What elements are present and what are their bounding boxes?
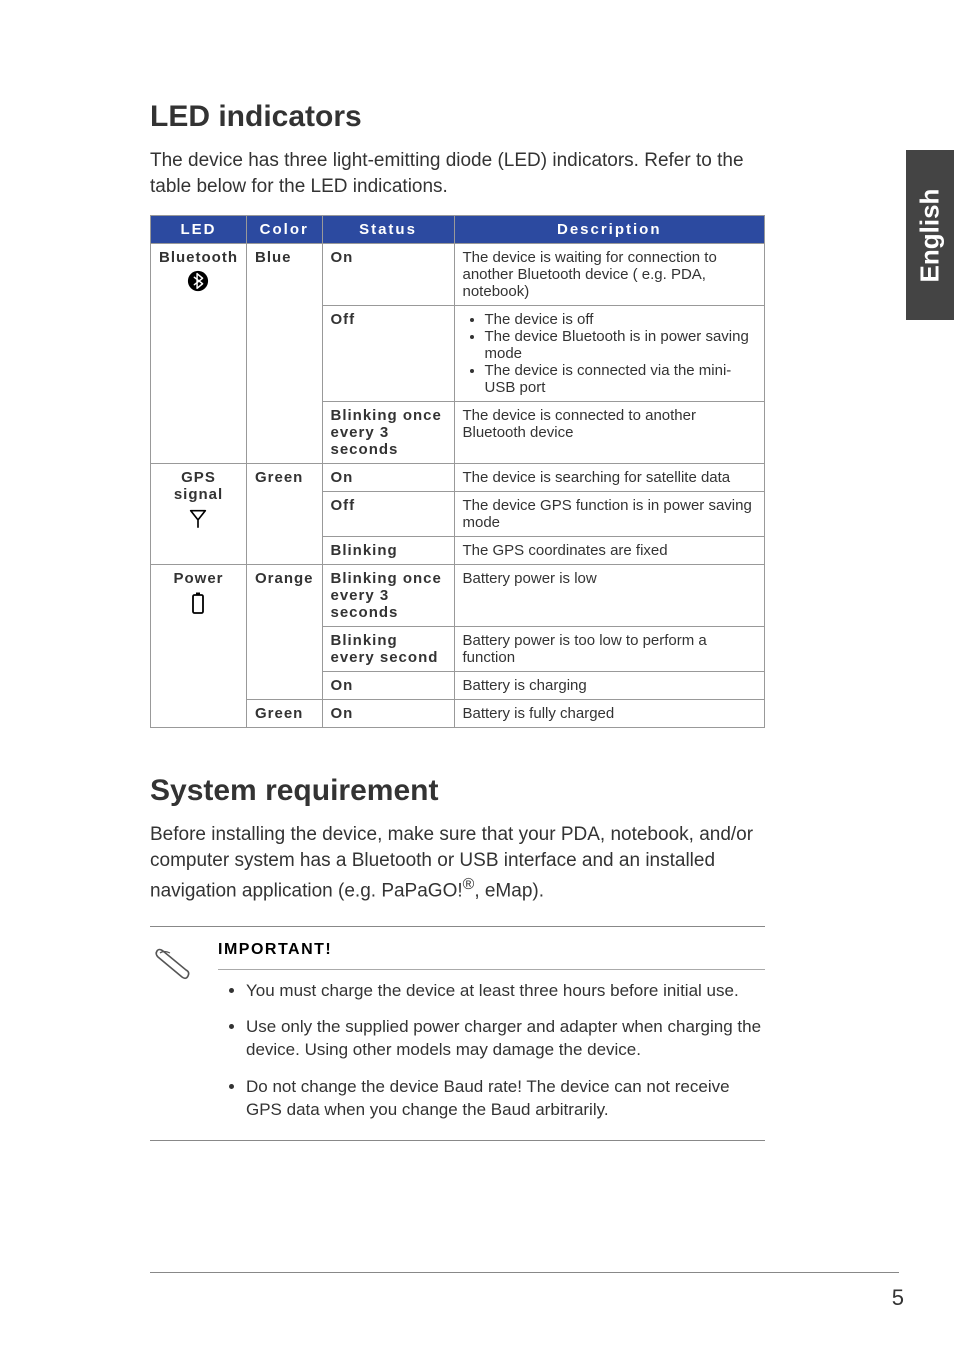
description-cell: The GPS coordinates are fixed (454, 537, 765, 565)
system-requirement-heading: System requirement (150, 774, 765, 808)
th-description: Description (454, 216, 765, 244)
page-number: 5 (892, 1285, 904, 1311)
table-header-row: LED Color Status Description (151, 216, 765, 244)
description-list: The device is off The device Bluetooth i… (463, 311, 757, 396)
description-cell: The device is searching for satellite da… (454, 464, 765, 492)
note-body: IMPORTANT! You must charge the device at… (218, 941, 765, 1123)
description-cell: The device is waiting for connection to … (454, 244, 765, 306)
intro-prefix: Before installing the device, make sure … (150, 824, 753, 901)
led-gps-label: GPS signal (159, 469, 238, 503)
list-item: The device Bluetooth is in power saving … (485, 328, 757, 362)
battery-icon (189, 591, 207, 619)
table-row: GPS signal Green On The device is search… (151, 464, 765, 492)
table-row: Power Orange Blinking once every 3 secon… (151, 565, 765, 627)
description-cell: Battery power is too low to perform a fu… (454, 627, 765, 672)
status-cell: On (322, 464, 454, 492)
status-cell: On (322, 672, 454, 700)
list-item: The device is connected via the mini-USB… (485, 362, 757, 396)
note-icon (150, 941, 194, 1123)
description-cell: The device is off The device Bluetooth i… (454, 306, 765, 402)
led-power-label: Power (159, 570, 238, 587)
system-requirement-section: System requirement Before installing the… (150, 774, 765, 1141)
status-cell: Blinking (322, 537, 454, 565)
led-power-cell: Power (151, 565, 247, 728)
status-cell: Blinking once every 3 seconds (322, 565, 454, 627)
status-cell: On (322, 244, 454, 306)
description-cell: Battery is charging (454, 672, 765, 700)
status-cell: Blinking every second (322, 627, 454, 672)
description-cell: Battery is fully charged (454, 700, 765, 728)
table-row: Bluetooth Blue On The device is waiting … (151, 244, 765, 306)
language-label: English (915, 188, 946, 282)
list-item: The device is off (485, 311, 757, 328)
antenna-icon (187, 507, 209, 533)
status-cell: Off (322, 492, 454, 537)
led-gps-cell: GPS signal (151, 464, 247, 565)
color-orange-cell: Orange (246, 565, 322, 700)
language-side-tab: English (906, 150, 954, 320)
important-note-block: IMPORTANT! You must charge the device at… (150, 926, 765, 1142)
status-cell: Off (322, 306, 454, 402)
led-bluetooth-cell: Bluetooth (151, 244, 247, 464)
led-bluetooth-label: Bluetooth (159, 249, 238, 266)
note-list: You must charge the device at least thre… (218, 980, 765, 1123)
color-blue-cell: Blue (246, 244, 322, 464)
footer-rule (150, 1272, 899, 1273)
description-cell: The device GPS function is in power savi… (454, 492, 765, 537)
intro-suffix: , eMap). (474, 880, 544, 901)
list-item: Do not change the device Baud rate! The … (246, 1076, 765, 1122)
color-green-cell: Green (246, 464, 322, 565)
list-item: Use only the supplied power charger and … (246, 1016, 765, 1062)
led-table: LED Color Status Description Bluetooth B… (150, 215, 765, 728)
th-led: LED (151, 216, 247, 244)
list-item: You must charge the device at least thre… (246, 980, 765, 1003)
description-cell: The device is connected to another Bluet… (454, 402, 765, 464)
registered-symbol: ® (463, 876, 475, 893)
bluetooth-icon (187, 270, 209, 296)
system-requirement-intro: Before installing the device, make sure … (150, 822, 765, 903)
status-cell: Blinking once every 3 seconds (322, 402, 454, 464)
description-cell: Battery power is low (454, 565, 765, 627)
note-heading: IMPORTANT! (218, 941, 765, 970)
status-cell: On (322, 700, 454, 728)
page-content: LED indicators The device has three ligh… (0, 0, 820, 1141)
led-indicators-intro: The device has three light-emitting diod… (150, 148, 765, 199)
th-status: Status (322, 216, 454, 244)
th-color: Color (246, 216, 322, 244)
led-indicators-heading: LED indicators (150, 100, 765, 134)
color-green2-cell: Green (246, 700, 322, 728)
